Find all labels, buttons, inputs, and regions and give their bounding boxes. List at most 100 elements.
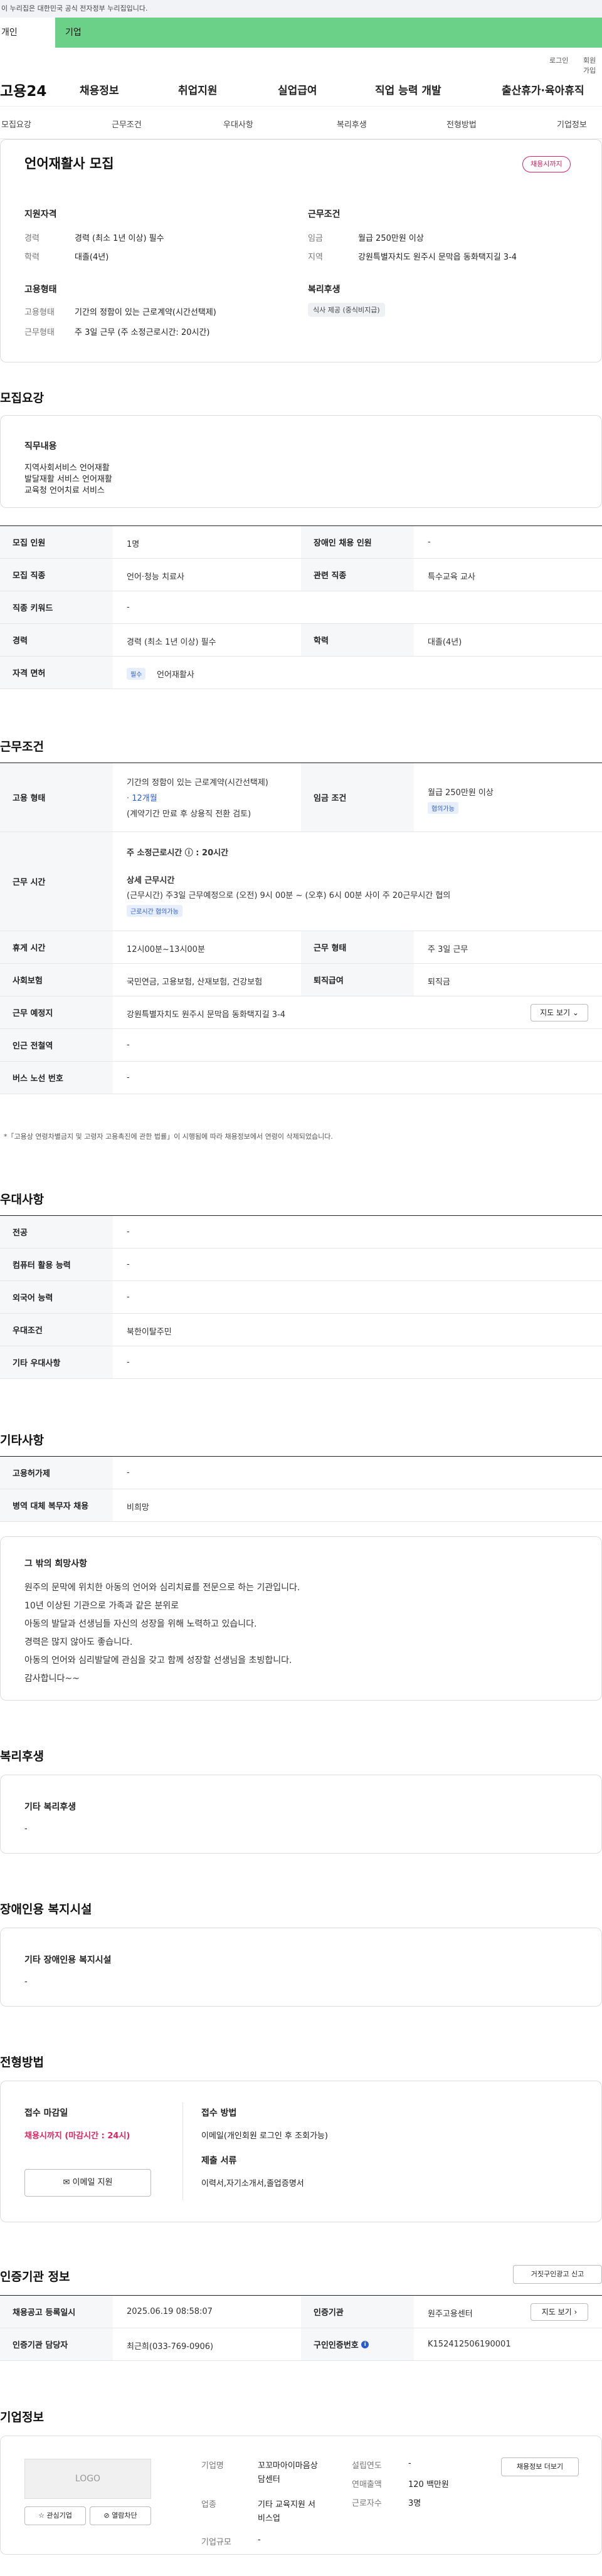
company-name-value: 담센터 [258, 2475, 280, 2484]
founded-key: 설립연도 [352, 2461, 382, 2471]
emp-type-line: (계약기간 만료 후 상용직 전환 검토) [127, 810, 251, 819]
table-cell: - [127, 1468, 130, 1477]
table-header: 버스 노선 번호 [0, 1062, 113, 1094]
site-logo[interactable]: 고용24 [0, 79, 46, 100]
edu-value: 대졸(4년) [75, 253, 109, 262]
detail-hours-label: 상세 근무시간 [127, 876, 175, 885]
table-row: 인근 전철역 - [0, 1029, 602, 1062]
table-header: 자격 면허 [0, 657, 113, 689]
work-form-key: 근무형태 [24, 328, 55, 337]
email-apply-button[interactable]: ✉ 이메일 지원 [24, 2169, 151, 2197]
table-cell: 언어재활사 [157, 670, 194, 680]
duty-box: 직무내용 지역사회서비스 언어재활 발달재활 서비스 언어재활 교육청 언어치료… [0, 415, 602, 508]
table-header: 외국어 능력 [0, 1281, 113, 1313]
cert-number-key: 구인인증번호 [314, 2341, 359, 2350]
gnb-employment-support[interactable]: 취업지원 [178, 82, 218, 97]
map-view-button[interactable]: 지도 보기 ⌄ [531, 1004, 588, 1021]
table-header: 휴게 시간 [0, 931, 113, 963]
more-jobs-button[interactable]: 채용정보 더보기 [501, 2457, 579, 2476]
table-row: 모집 인원 1명 장애인 채용 인원 - [0, 526, 602, 559]
region-value: 강원특별자치도 원주시 문막읍 동화택지길 3-4 [358, 253, 517, 262]
select-box: 접수 마감일 채용시까지 (마감시간 : 24시) ✉ 이메일 지원 접수 방법… [0, 2081, 602, 2222]
table-cell: K152412506190001 [428, 2340, 511, 2349]
sales-key: 연매출액 [352, 2480, 382, 2489]
etc-table: 고용허가제 - 병역 대체 복무자 채용 비희망 [0, 1456, 602, 1522]
company-name-key: 기업명 [201, 2461, 224, 2471]
table-cell: - [127, 1040, 130, 1050]
anchor-pref[interactable]: 우대사항 [223, 118, 253, 130]
table-cell: 경력 (최소 1년 이상) 필수 [127, 638, 216, 647]
table-header: 근무 시간 [0, 832, 113, 931]
table-header: 경력 [0, 624, 113, 656]
job-title: 언어재활사 모집 [24, 156, 114, 171]
table-cell: - [127, 1358, 130, 1367]
tab-company[interactable]: 기업 [55, 18, 602, 48]
weekly-hours: 주 소정근로시간 ⓘ : 20시간 [127, 848, 229, 858]
table-cell: 비희망 [127, 1503, 149, 1512]
gnb-job-training[interactable]: 직업 능력 개발 [375, 82, 441, 97]
anchor-benefit[interactable]: 복리후생 [337, 118, 367, 130]
table-header: 장애인 채용 인원 [301, 526, 414, 558]
table-header: 전공 [0, 1216, 113, 1248]
gnb-unemployment-benefit[interactable]: 실업급여 [278, 82, 317, 97]
age-notice: *「고용상 연령차별금지 및 고령자 고용촉진에 관한 법률」이 시행됨에 따라… [4, 1132, 333, 1141]
login-link[interactable]: 로그인 [549, 55, 568, 65]
anchor-select[interactable]: 전형방법 [446, 118, 477, 130]
anchor-nav: 모집요강 근무조건 우대사항 복리후생 전형방법 기업정보 [0, 107, 602, 139]
table-header: 병역 대체 복무자 채용 [0, 1489, 113, 1521]
section-title-recruit: 모집요강 [0, 391, 44, 405]
size-key: 기업규모 [201, 2538, 231, 2547]
table-row: 경력 경력 (최소 1년 이상) 필수 학력 대졸(4년) [0, 624, 602, 657]
industry-value: 기타 교육지원 서 [258, 2500, 315, 2510]
tab-individual[interactable]: 개인 [0, 18, 55, 48]
detail-hours: (근무시간) 주3일 근무예정으로 (오전) 9시 00분 ~ (오후) 6시 … [127, 891, 451, 900]
benefit-box: 기타 복리후생 - [0, 1775, 602, 1854]
gnb-jobs[interactable]: 채용정보 [80, 82, 119, 97]
emp-type-key: 고용형태 [24, 308, 55, 317]
table-row: 고용허가제 - [0, 1457, 602, 1489]
table-header: 사회보험 [0, 964, 113, 996]
block-view-button[interactable]: ⊘ 열람차단 [90, 2506, 151, 2525]
table-header: 채용공고 등록일시 [0, 2296, 113, 2328]
favorite-company-button[interactable]: ☆ 관심기업 [24, 2506, 86, 2525]
anchor-company[interactable]: 기업정보 [557, 118, 587, 130]
table-header: 컴퓨터 활용 능력 [0, 1248, 113, 1280]
company-box: LOGO ☆ 관심기업 ⊘ 열람차단 기업명 꼬꼬마아이마음상 담센터 업종 기… [0, 2436, 602, 2555]
cert-map-button[interactable]: 지도 보기 › [531, 2303, 588, 2321]
gnb-parental-leave[interactable]: 출산휴가·육아휴직 [502, 82, 584, 97]
method-label: 접수 방법 [201, 2108, 237, 2118]
table-header: 퇴직급여 [301, 964, 414, 996]
emp-period: · 12개월 [127, 794, 157, 803]
founded-value: - [408, 2459, 411, 2468]
deadline-value: 채용시까지 (마감시간 : 24시) [24, 2131, 130, 2141]
table-cell: 북한이탈주민 [127, 1328, 172, 1337]
section-title-disability: 장애인용 복지시설 [0, 1903, 92, 1916]
anchor-recruit[interactable]: 모집요강 [1, 118, 31, 130]
table-header: 근무 형태 [301, 931, 414, 963]
career-key: 경력 [24, 234, 40, 243]
table-cell: - [428, 537, 431, 547]
wish-line: 경력은 많지 않아도 좋습니다. [24, 1637, 133, 1647]
work-form-value: 주 3일 근무 (주 소정근로시간: 20시간) [75, 328, 210, 337]
wish-line: 10년 이상된 기관으로 가족과 같은 분위로 [24, 1601, 179, 1611]
region-key: 지역 [308, 253, 323, 262]
benefit-value: - [24, 1824, 28, 1834]
info-icon[interactable]: i [361, 2340, 369, 2348]
recruit-table: 모집 인원 1명 장애인 채용 인원 - 모집 직종 언어·청능 치료사 관련 … [0, 525, 602, 689]
table-header: 임금 조건 [301, 763, 414, 831]
section-title-pref: 우대사항 [0, 1193, 44, 1206]
negotiable-tag: 협의가능 [428, 802, 458, 814]
required-tag: 필수 [127, 668, 146, 680]
duty-line: 발달재활 서비스 언어재활 [24, 475, 112, 484]
report-fake-ad-button[interactable]: 거짓구인광고 신고 [513, 2265, 602, 2284]
table-row: 우대조건 북한이탈주민 [0, 1314, 602, 1346]
table-row: 버스 노선 번호 - [0, 1062, 602, 1094]
disability-label: 기타 장애인용 복지시설 [24, 1955, 112, 1965]
table-header: 근무 예정지 [0, 996, 113, 1028]
emp-label: 고용형태 [24, 285, 57, 295]
anchor-work[interactable]: 근무조건 [112, 118, 142, 130]
employees-value: 3명 [408, 2499, 421, 2508]
table-row: 기타 우대사항 - [0, 1346, 602, 1379]
wish-label: 그 밖의 희망사항 [24, 1559, 87, 1569]
method-value: 이메일(개인회원 로그인 후 조회가능) [201, 2131, 328, 2141]
